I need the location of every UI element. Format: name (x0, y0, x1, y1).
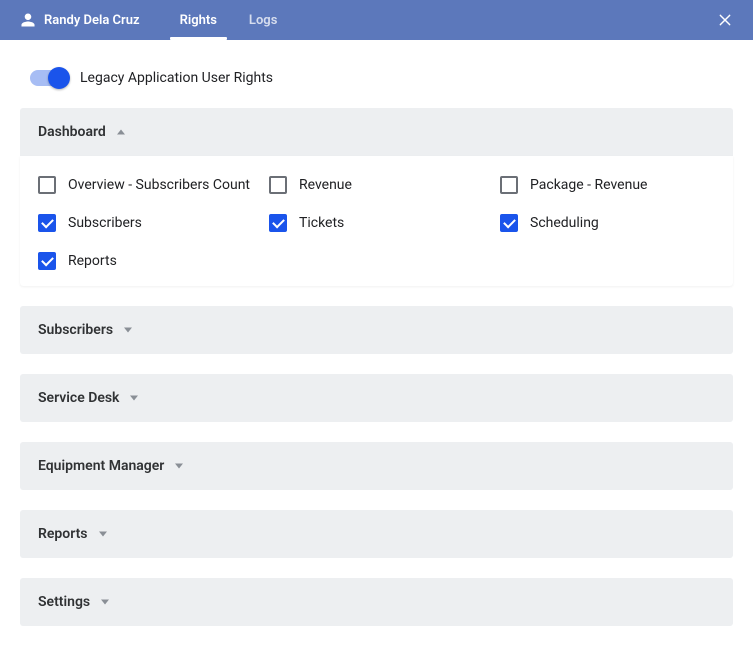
permission-item: Revenue (269, 176, 484, 194)
close-button[interactable] (713, 8, 737, 32)
permission-label: Overview - Subscribers Count (68, 177, 250, 193)
section-title: Settings (38, 594, 90, 610)
checkbox-scheduling[interactable] (500, 214, 518, 232)
section-dashboard: Dashboard Overview - Subscribers Count R… (20, 108, 733, 286)
permission-label: Reports (68, 253, 117, 269)
section-reports: Reports (20, 510, 733, 558)
section-title: Reports (38, 526, 88, 542)
header: Randy Dela Cruz Rights Logs (0, 0, 753, 40)
chevron-down-icon (98, 529, 108, 539)
permission-label: Tickets (299, 215, 344, 231)
permission-item: Scheduling (500, 214, 715, 232)
section-header-subscribers[interactable]: Subscribers (20, 306, 733, 354)
section-header-dashboard[interactable]: Dashboard (20, 108, 733, 156)
section-title: Subscribers (38, 322, 113, 338)
section-service-desk: Service Desk (20, 374, 733, 422)
chevron-down-icon (100, 597, 110, 607)
tab-rights[interactable]: Rights (164, 0, 233, 40)
permission-item: Subscribers (38, 214, 253, 232)
tab-label: Logs (249, 13, 277, 28)
user-icon (20, 12, 36, 28)
checkbox-overview-subscribers-count[interactable] (38, 176, 56, 194)
permission-label: Subscribers (68, 215, 142, 231)
checkbox-revenue[interactable] (269, 176, 287, 194)
section-settings: Settings (20, 578, 733, 626)
user-block: Randy Dela Cruz (20, 12, 140, 28)
content: Legacy Application User Rights Dashboard… (0, 40, 753, 666)
section-header-equipment-manager[interactable]: Equipment Manager (20, 442, 733, 490)
section-header-reports[interactable]: Reports (20, 510, 733, 558)
chevron-up-icon (116, 127, 126, 137)
section-header-settings[interactable]: Settings (20, 578, 733, 626)
permission-label: Package - Revenue (530, 177, 647, 193)
section-title: Equipment Manager (38, 458, 164, 474)
user-name: Randy Dela Cruz (44, 13, 140, 28)
section-body-dashboard: Overview - Subscribers Count Revenue Pac… (20, 156, 733, 286)
permission-item: Overview - Subscribers Count (38, 176, 253, 194)
permission-item: Package - Revenue (500, 176, 715, 194)
section-subscribers: Subscribers (20, 306, 733, 354)
checkbox-subscribers[interactable] (38, 214, 56, 232)
checkbox-package-revenue[interactable] (500, 176, 518, 194)
permission-label: Scheduling (530, 215, 599, 231)
permission-grid: Overview - Subscribers Count Revenue Pac… (38, 176, 715, 270)
permission-label: Revenue (299, 177, 352, 193)
permission-item: Reports (38, 252, 253, 270)
checkbox-reports[interactable] (38, 252, 56, 270)
chevron-down-icon (129, 393, 139, 403)
section-title: Dashboard (38, 124, 106, 140)
close-icon (717, 12, 733, 28)
section-equipment-manager: Equipment Manager (20, 442, 733, 490)
tab-label: Rights (180, 13, 217, 28)
permission-item: Tickets (269, 214, 484, 232)
section-header-service-desk[interactable]: Service Desk (20, 374, 733, 422)
section-title: Service Desk (38, 390, 119, 406)
legacy-rights-toggle[interactable] (30, 70, 68, 86)
tab-logs[interactable]: Logs (233, 0, 293, 40)
legacy-rights-toggle-label: Legacy Application User Rights (80, 70, 273, 86)
chevron-down-icon (123, 325, 133, 335)
chevron-down-icon (174, 461, 184, 471)
checkbox-tickets[interactable] (269, 214, 287, 232)
tabs: Rights Logs (164, 0, 294, 40)
legacy-rights-toggle-row: Legacy Application User Rights (30, 70, 733, 86)
